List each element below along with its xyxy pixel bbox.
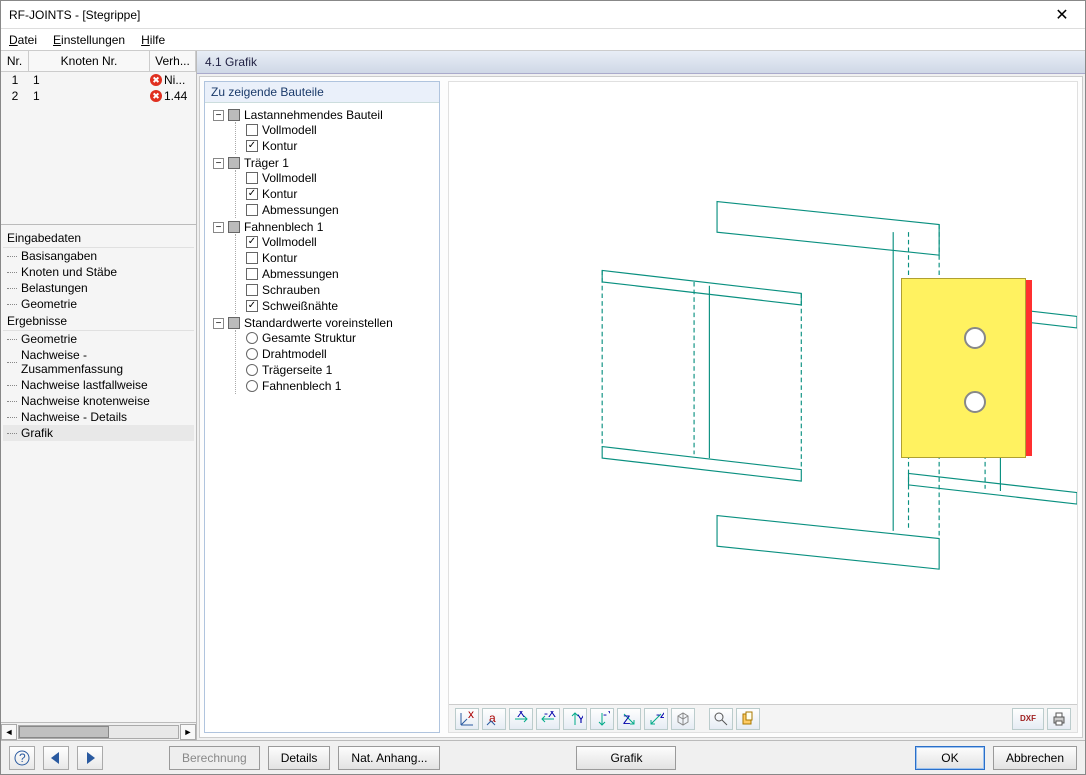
scroll-thumb[interactable] <box>19 726 109 738</box>
view-z-axis-button[interactable]: Z <box>617 708 641 730</box>
nav-item[interactable]: Knoten und Stäbe <box>3 264 194 280</box>
col-knoten[interactable]: Knoten Nr. <box>29 51 150 71</box>
help-button[interactable]: ? <box>9 746 35 770</box>
svg-text:-Z: -Z <box>656 711 664 721</box>
svg-text:?: ? <box>19 751 26 765</box>
nav-item[interactable]: Nachweise knotenweise <box>3 393 194 409</box>
radio[interactable] <box>246 364 258 376</box>
titlebar: RF-JOINTS - [Stegrippe] ✕ <box>1 1 1085 29</box>
table-row[interactable]: 2 1 ✖1.44 <box>1 88 196 104</box>
menubar: Datei Einstellungen Hilfe <box>1 29 1085 51</box>
svg-text:-X: -X <box>544 711 556 720</box>
checkbox[interactable] <box>246 284 258 296</box>
graphics-viewport[interactable]: x a X -X Y -Y Z -Z DXF <box>448 81 1078 733</box>
clipboard-button[interactable] <box>736 708 760 730</box>
error-icon: ✖ <box>150 74 162 86</box>
view-x-button[interactable]: x <box>455 708 479 730</box>
anhang-button[interactable]: Nat. Anhang... <box>338 746 440 770</box>
view-a-button[interactable]: a <box>482 708 506 730</box>
zoom-button[interactable] <box>709 708 733 730</box>
window-title: RF-JOINTS - [Stegrippe] <box>9 8 1047 22</box>
svg-text:x: x <box>468 711 474 721</box>
radio[interactable] <box>246 332 258 344</box>
nav-item[interactable]: Belastungen <box>3 280 194 296</box>
weld-line <box>1026 280 1032 456</box>
checkbox-mixed[interactable] <box>228 221 240 233</box>
menu-help[interactable]: Hilfe <box>141 33 165 47</box>
abbrechen-button[interactable]: Abbrechen <box>993 746 1077 770</box>
view-toolbar: x a X -X Y -Y Z -Z DXF <box>449 704 1077 732</box>
nav-tree: Eingabedaten Basisangaben Knoten und Stä… <box>1 224 196 722</box>
checkbox[interactable] <box>246 124 258 136</box>
view-neg-z-button[interactable]: -Z <box>644 708 668 730</box>
scroll-left-icon[interactable]: ◄ <box>1 724 17 740</box>
table-header: Nr. Knoten Nr. Verh... <box>1 51 196 72</box>
tree-title: Zu zeigende Bauteile <box>205 82 439 103</box>
view-neg-x-button[interactable]: -X <box>536 708 560 730</box>
collapse-icon[interactable]: − <box>213 222 224 233</box>
svg-text:-Y: -Y <box>603 711 610 721</box>
menu-settings[interactable]: Einstellungen <box>53 33 125 47</box>
next-button[interactable] <box>77 746 103 770</box>
view-x-axis-button[interactable]: X <box>509 708 533 730</box>
print-button[interactable] <box>1047 708 1071 730</box>
nav-item[interactable]: Geometrie <box>3 296 194 312</box>
fin-plate <box>901 278 1026 458</box>
prev-button[interactable] <box>43 746 69 770</box>
table-row[interactable]: 1 1 ✖Ni... <box>1 72 196 88</box>
nav-item[interactable]: Nachweise - Details <box>3 409 194 425</box>
collapse-icon[interactable]: − <box>213 110 224 121</box>
svg-text:Z: Z <box>623 713 630 727</box>
checkbox[interactable] <box>246 188 258 200</box>
nav-item[interactable]: Geometrie <box>3 331 194 347</box>
bolt-hole-icon <box>964 391 986 413</box>
panel-title: 4.1 Grafik <box>197 51 1085 74</box>
nav-group-eingabe[interactable]: Eingabedaten <box>3 229 194 248</box>
view-iso-button[interactable] <box>671 708 695 730</box>
error-icon: ✖ <box>150 90 162 102</box>
dxf-export-button[interactable]: DXF <box>1012 708 1044 730</box>
nav-item[interactable]: Nachweise - Zusammenfassung <box>3 347 194 377</box>
footer: ? Berechnung Details Nat. Anhang... Graf… <box>1 740 1085 774</box>
component-tree: Zu zeigende Bauteile −Lastannehmendes Ba… <box>204 81 440 733</box>
bolt-hole-icon <box>964 327 986 349</box>
nav-item[interactable]: Nachweise lastfallweise <box>3 377 194 393</box>
checkbox[interactable] <box>246 172 258 184</box>
berechnung-button[interactable]: Berechnung <box>169 746 260 770</box>
checkbox[interactable] <box>246 204 258 216</box>
checkbox[interactable] <box>246 268 258 280</box>
menu-file[interactable]: Datei <box>9 33 37 47</box>
svg-text:Y: Y <box>577 712 583 726</box>
checkbox-mixed[interactable] <box>228 157 240 169</box>
ok-button[interactable]: OK <box>915 746 985 770</box>
svg-text:X: X <box>517 711 525 720</box>
close-icon[interactable]: ✕ <box>1047 5 1077 25</box>
radio[interactable] <box>246 380 258 392</box>
collapse-icon[interactable]: − <box>213 318 224 329</box>
radio[interactable] <box>246 348 258 360</box>
view-neg-y-button[interactable]: -Y <box>590 708 614 730</box>
checkbox-mixed[interactable] <box>228 109 240 121</box>
checkbox[interactable] <box>246 140 258 152</box>
nav-group-ergebnisse[interactable]: Ergebnisse <box>3 312 194 331</box>
nav-item-grafik[interactable]: Grafik <box>3 425 194 441</box>
collapse-icon[interactable]: − <box>213 158 224 169</box>
nav-item[interactable]: Basisangaben <box>3 248 194 264</box>
checkbox[interactable] <box>246 300 258 312</box>
col-verh[interactable]: Verh... <box>150 51 196 71</box>
checkbox[interactable] <box>246 252 258 264</box>
grafik-button[interactable]: Grafik <box>576 746 676 770</box>
col-nr[interactable]: Nr. <box>1 51 29 71</box>
details-button[interactable]: Details <box>268 746 331 770</box>
view-y-axis-button[interactable]: Y <box>563 708 587 730</box>
scroll-right-icon[interactable]: ► <box>180 724 196 740</box>
checkbox-mixed[interactable] <box>228 317 240 329</box>
checkbox[interactable] <box>246 236 258 248</box>
horizontal-scrollbar[interactable]: ◄ ► <box>1 722 196 740</box>
